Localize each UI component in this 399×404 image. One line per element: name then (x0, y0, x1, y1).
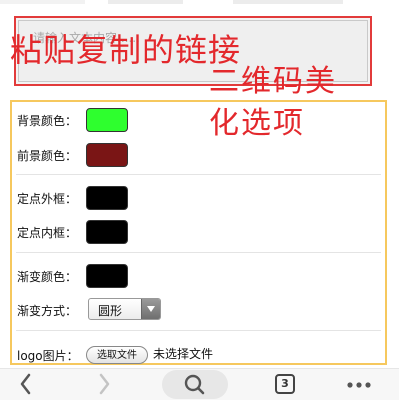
section-divider (16, 330, 381, 331)
back-icon (20, 373, 31, 395)
gradient-color-swatch[interactable] (86, 264, 128, 288)
browser-toolbar: 3 (0, 368, 399, 400)
gradient-mode-label: 渐变方式： (17, 304, 78, 318)
finder-outer-swatch[interactable] (86, 186, 128, 210)
chevron-down-icon (141, 299, 160, 319)
paste-link-annotation: 粘贴复制的链接 (10, 31, 242, 69)
finder-inner-swatch[interactable] (86, 220, 128, 244)
more-button[interactable] (344, 369, 374, 400)
gradient-color-label: 渐变颜色： (17, 270, 78, 284)
choose-file-button[interactable]: 选取文件 (86, 346, 148, 364)
finder-outer-label: 定点外框： (17, 192, 78, 206)
top-strip-segment (233, 0, 343, 4)
section-divider (16, 174, 381, 175)
top-strip-segment (0, 0, 85, 4)
file-status-text: 未选择文件 (153, 347, 214, 361)
back-button[interactable] (14, 369, 38, 400)
search-icon (184, 374, 205, 395)
search-button[interactable] (162, 370, 228, 399)
forward-icon (99, 373, 110, 395)
foreground-color-label: 前景颜色： (17, 149, 78, 163)
tabs-icon[interactable]: 3 (275, 374, 295, 394)
more-icon (347, 382, 371, 388)
gradient-mode-value: 圆形 (98, 304, 123, 318)
foreground-color-swatch[interactable] (86, 143, 128, 167)
background-color-label: 背景颜色： (17, 114, 78, 128)
qr-options-annotation: 二维码美 化选项 (209, 61, 337, 145)
logo-image-label: logo图片： (17, 349, 79, 363)
section-divider (16, 252, 381, 253)
top-status-strip (0, 0, 399, 8)
finder-inner-label: 定点内框： (17, 226, 78, 240)
gradient-mode-select[interactable]: 圆形 (88, 298, 161, 320)
top-strip-segment (108, 0, 183, 4)
background-color-swatch[interactable] (86, 108, 128, 132)
qr-options-annotation-line2: 化选项 (209, 106, 305, 141)
forward-button[interactable] (92, 369, 116, 400)
qr-options-annotation-line1: 二维码美 (209, 64, 337, 99)
